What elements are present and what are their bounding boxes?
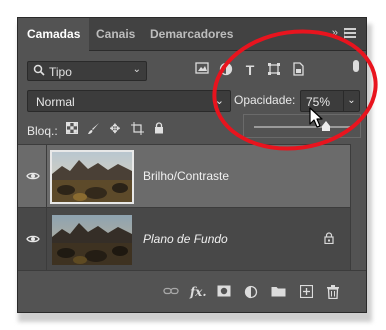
- layer-name[interactable]: Plano de Fundo: [143, 232, 228, 246]
- scrollbar[interactable]: [350, 144, 366, 270]
- lock-all-icon[interactable]: [152, 122, 166, 136]
- adjustment-layer-icon[interactable]: [243, 285, 259, 299]
- lock-artboard-icon[interactable]: [130, 122, 144, 136]
- layer-thumbnail[interactable]: [50, 150, 134, 204]
- layer-thumbnail[interactable]: [52, 215, 132, 265]
- layer-row[interactable]: Plano de Fundo: [18, 207, 350, 271]
- tab-canais[interactable]: Canais: [87, 18, 144, 51]
- filter-type-label: Tipo: [49, 65, 72, 79]
- visibility-eye-icon[interactable]: [26, 232, 40, 246]
- layer-name[interactable]: Brilho/Contraste: [143, 169, 229, 183]
- mouse-cursor-icon: [309, 107, 323, 128]
- lock-position-icon[interactable]: ✥: [108, 122, 122, 136]
- tab-demarcadores[interactable]: Demarcadores: [141, 18, 242, 51]
- trash-icon[interactable]: [325, 285, 341, 300]
- new-layer-icon[interactable]: [298, 284, 314, 299]
- blend-mode-select[interactable]: Normal ⌄: [27, 90, 231, 112]
- fx-icon[interactable]: fx.: [190, 285, 207, 299]
- visibility-eye-icon[interactable]: [26, 169, 40, 183]
- group-icon[interactable]: [270, 285, 286, 299]
- layer-lock-icon[interactable]: [324, 231, 334, 245]
- lock-image-icon[interactable]: [86, 122, 100, 136]
- panel-bottom-bar: fx.: [18, 270, 366, 312]
- tab-camadas[interactable]: Camadas: [18, 18, 90, 52]
- blend-mode-value: Normal: [36, 95, 75, 109]
- layer-row[interactable]: Brilho/Contraste: [18, 144, 350, 208]
- lock-transparent-icon[interactable]: [65, 122, 79, 136]
- image-filter-icon[interactable]: [194, 62, 210, 78]
- link-icon[interactable]: [163, 285, 179, 299]
- divider: [46, 145, 47, 208]
- divider: [46, 208, 47, 271]
- filter-type-select[interactable]: Tipo ⌄: [27, 61, 147, 81]
- panel-menu-icon[interactable]: [344, 28, 356, 39]
- mask-icon[interactable]: [216, 285, 232, 299]
- chevron-down-icon: ⌄: [132, 64, 141, 75]
- search-icon: [33, 64, 45, 81]
- layers-list: Brilho/Contraste Plano de Fundo: [18, 144, 350, 271]
- lock-label: Bloq.:: [27, 124, 58, 138]
